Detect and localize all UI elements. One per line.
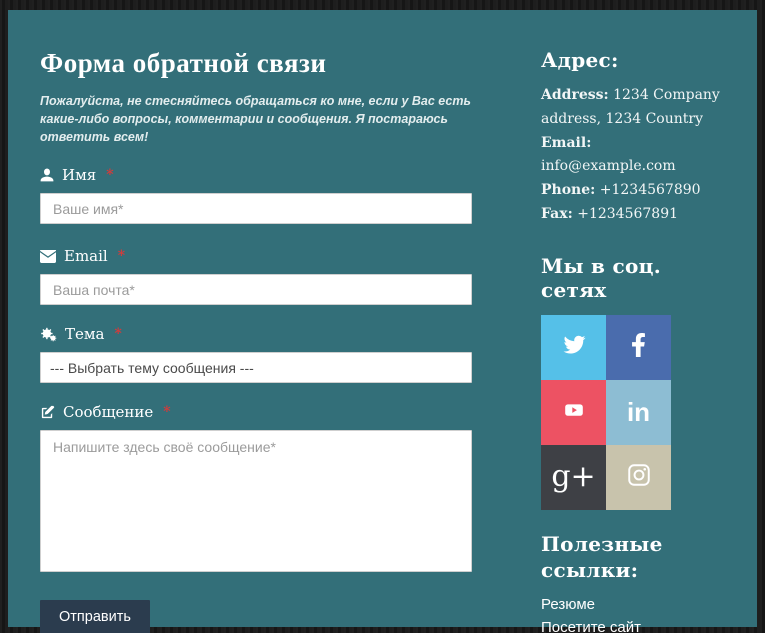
- email-label: Email:: [541, 135, 591, 151]
- message-textarea[interactable]: [40, 430, 472, 572]
- message-label-row: Сообщение *: [40, 403, 472, 421]
- address-block: Address: 1234 Company address, 1234 Coun…: [541, 84, 725, 227]
- twitter-icon: [560, 333, 588, 362]
- google-plus-link[interactable]: g+: [541, 445, 606, 510]
- social-grid: in g+: [541, 315, 671, 510]
- resume-link[interactable]: Резюме: [541, 593, 725, 616]
- email-input[interactable]: [40, 274, 472, 305]
- name-label-row: Имя *: [40, 166, 472, 184]
- useful-links-heading: Полезные ссылки:: [541, 531, 691, 583]
- linkedin-link[interactable]: in: [606, 380, 671, 445]
- envelope-icon: [40, 250, 56, 263]
- subject-label-row: Тема *: [40, 325, 472, 343]
- edit-icon: [40, 405, 55, 420]
- sidebar: Адрес: Address: 1234 Company address, 12…: [541, 48, 725, 627]
- phone-label: Phone:: [541, 182, 595, 198]
- facebook-icon: [631, 331, 646, 364]
- facebook-link[interactable]: [606, 315, 671, 380]
- required-marker: *: [118, 248, 125, 264]
- twitter-link[interactable]: [541, 315, 606, 380]
- youtube-icon: [559, 398, 589, 427]
- email-label: Email: [64, 247, 108, 265]
- name-label: Имя: [62, 166, 96, 184]
- instagram-icon: [626, 462, 652, 493]
- cogs-icon: [40, 327, 57, 342]
- required-marker: *: [106, 167, 113, 183]
- message-label: Сообщение: [63, 403, 153, 421]
- contact-form: Форма обратной связи Пожалуйста, не стес…: [40, 48, 472, 627]
- fax-label: Fax:: [541, 206, 573, 222]
- required-marker: *: [163, 404, 170, 420]
- contact-panel: Форма обратной связи Пожалуйста, не стес…: [8, 10, 757, 627]
- name-input[interactable]: [40, 193, 472, 224]
- subject-select[interactable]: --- Выбрать тему сообщения ---: [40, 352, 472, 383]
- phone-value: +1234567890: [595, 182, 700, 198]
- subject-label: Тема: [65, 325, 105, 343]
- email-label-row: Email *: [40, 247, 472, 265]
- required-marker: *: [115, 326, 122, 342]
- address-heading: Адрес:: [541, 48, 725, 72]
- youtube-link[interactable]: [541, 380, 606, 445]
- address-label: Address:: [541, 87, 609, 103]
- social-heading: Мы в соц. сетях: [541, 254, 725, 302]
- linkedin-icon: in: [627, 399, 650, 425]
- user-icon: [40, 168, 54, 182]
- fax-value: +1234567891: [573, 206, 678, 222]
- google-plus-icon: g+: [551, 462, 595, 492]
- useful-links: Резюме Посетите сайт: [541, 593, 725, 633]
- email-value: info@example.com: [541, 158, 676, 174]
- instagram-link[interactable]: [606, 445, 671, 510]
- visit-site-link[interactable]: Посетите сайт: [541, 616, 725, 633]
- submit-button[interactable]: Отправить: [40, 600, 150, 633]
- page-title: Форма обратной связи: [40, 48, 472, 79]
- form-subtitle: Пожалуйста, не стесняйтесь обращаться ко…: [40, 92, 472, 146]
